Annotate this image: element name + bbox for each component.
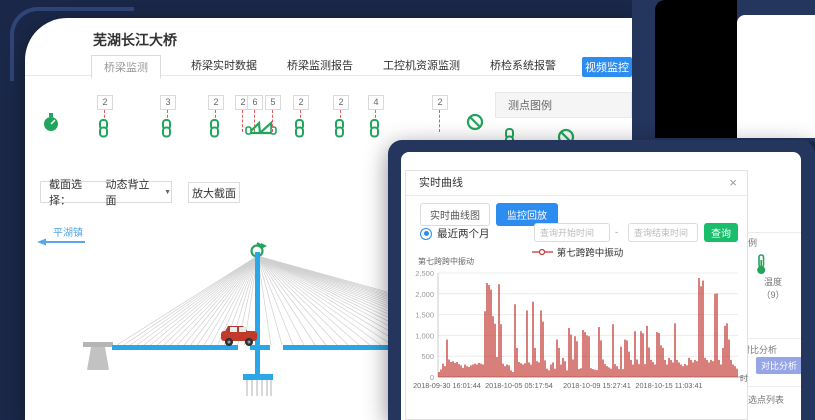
main-tab-4[interactable]: 工控机资源监测: [383, 57, 460, 73]
temperature-label: 温度: [753, 275, 793, 288]
white-region: [737, 15, 815, 138]
main-tab-5[interactable]: 桥检系统报警: [490, 57, 556, 73]
temperature-count: （9）: [753, 288, 793, 301]
sensor-marker-8[interactable]: 2: [293, 95, 323, 132]
dialog-title: 实时曲线: [406, 171, 747, 196]
video-monitor-button[interactable]: 视频监控: [582, 57, 632, 77]
temperature-block[interactable]: 温度 （9）: [753, 254, 793, 301]
sensor-count-badge: 3: [160, 95, 176, 110]
start-time-input[interactable]: [534, 223, 610, 242]
thermometer-icon: [753, 254, 793, 275]
sensor-count-badge: 2: [97, 95, 113, 110]
dotted-leader: [242, 110, 243, 132]
svg-text:2018-10-09 15:27:41: 2018-10-09 15:27:41: [563, 381, 631, 390]
ban-icon: [466, 113, 484, 131]
popup-window: 图例 温度 （9） 对比分析 对比分析 备选点列表 实时曲线 × 实时曲线图 监…: [388, 140, 815, 420]
black-region: [655, 0, 737, 138]
car: [221, 326, 257, 346]
sensor-count-badge: 2: [208, 95, 224, 110]
page-title: 芜湖长江大桥: [93, 30, 177, 50]
point-legend-title: 测点图例: [495, 92, 632, 118]
divider: [741, 232, 801, 233]
screen: 芜湖长江大桥 桥梁监测 桥梁实时数据 桥梁监测报告 工控机资源监测 桥检系统报警 视频监…: [0, 0, 815, 420]
sensor-count-badge: 2: [333, 95, 349, 110]
sensor-marker-10[interactable]: 4: [368, 95, 398, 132]
sensor-marker-9[interactable]: 2: [333, 95, 363, 132]
sensor-marker-2[interactable]: 2: [97, 95, 127, 132]
chain-icon: [291, 119, 307, 138]
divider: [741, 338, 801, 339]
sensor-count-badge: 6: [247, 95, 263, 110]
dotted-leader: [272, 110, 273, 132]
range-separator: -: [615, 227, 618, 237]
main-tab-2[interactable]: 桥梁实时数据: [191, 57, 257, 73]
sensor-marker-3[interactable]: 3: [160, 95, 190, 132]
svg-text:第七跨跨中振动: 第七跨跨中振动: [418, 257, 474, 266]
divider: [741, 386, 801, 387]
chain-icon: [366, 119, 382, 138]
chain-icon: [95, 119, 111, 138]
section-select[interactable]: 截面选择： 动态背立面 ▼: [40, 181, 172, 203]
sensor-marker-4[interactable]: 2: [208, 95, 238, 132]
popup-content: 图例 温度 （9） 对比分析 对比分析 备选点列表 实时曲线 × 实时曲线图 监…: [401, 152, 801, 420]
query-controls: 最近两个月: [420, 226, 490, 241]
svg-text:2,000: 2,000: [415, 290, 434, 299]
gauge-icon: [43, 113, 59, 132]
main-tab-1[interactable]: 桥梁监测: [91, 55, 161, 79]
end-time-input[interactable]: [628, 223, 698, 242]
tab-realtime-curve[interactable]: 实时曲线图: [420, 203, 490, 226]
svg-text:2018-10-05 05:17:54: 2018-10-05 05:17:54: [485, 381, 553, 390]
realtime-curve-dialog: 实时曲线 × 实时曲线图 监控回放 最近两个月 - 查询: [405, 170, 748, 420]
main-tab-3[interactable]: 桥梁监测报告: [287, 57, 353, 73]
svg-text:500: 500: [421, 352, 434, 361]
direction-label: 平湖镇: [53, 224, 83, 239]
top-right-window: [632, 0, 815, 142]
close-icon[interactable]: ×: [729, 175, 737, 190]
pier: [83, 342, 113, 347]
svg-text:2,500: 2,500: [415, 269, 434, 278]
svg-text:2018-09-30 16:01:44: 2018-09-30 16:01:44: [413, 381, 481, 390]
svg-text:1,000: 1,000: [415, 331, 434, 340]
sensor-count-badge: 5: [265, 95, 281, 110]
svg-text:1,500: 1,500: [415, 311, 434, 320]
dotted-leader: [439, 110, 440, 132]
zoom-section-button[interactable]: 放大截面: [188, 182, 240, 203]
sensor-count-badge: 2: [293, 95, 309, 110]
chain-icon: [158, 119, 174, 138]
legend-line-icon: [532, 248, 553, 256]
query-button[interactable]: 查询: [704, 223, 738, 242]
main-tab-bar: 桥梁监测 桥梁实时数据 桥梁监测报告 工控机资源监测 桥检系统报警: [25, 54, 632, 76]
section-select-label: 截面选择：: [41, 176, 98, 208]
chevron-down-icon: ▼: [164, 189, 171, 196]
svg-text:2018-10-15 11:03:41: 2018-10-15 11:03:41: [635, 381, 702, 390]
compare-analysis-button[interactable]: 对比分析: [756, 357, 801, 374]
radio-last-two-months[interactable]: [420, 228, 432, 240]
vibration-chart: 第七跨跨中振动05001,0001,5002,0002,5002018-09-3…: [406, 257, 748, 419]
sensor-count-badge: 2: [432, 95, 448, 110]
sensor-count-badge: 4: [368, 95, 384, 110]
sensor-marker-11[interactable]: 2: [432, 95, 462, 132]
chain-icon: [206, 119, 222, 138]
chain-icon: [331, 119, 347, 138]
section-select-value: 动态背立面: [106, 176, 155, 208]
svg-text:时间: 时间: [740, 373, 748, 383]
radio-label: 最近两个月: [437, 226, 490, 241]
